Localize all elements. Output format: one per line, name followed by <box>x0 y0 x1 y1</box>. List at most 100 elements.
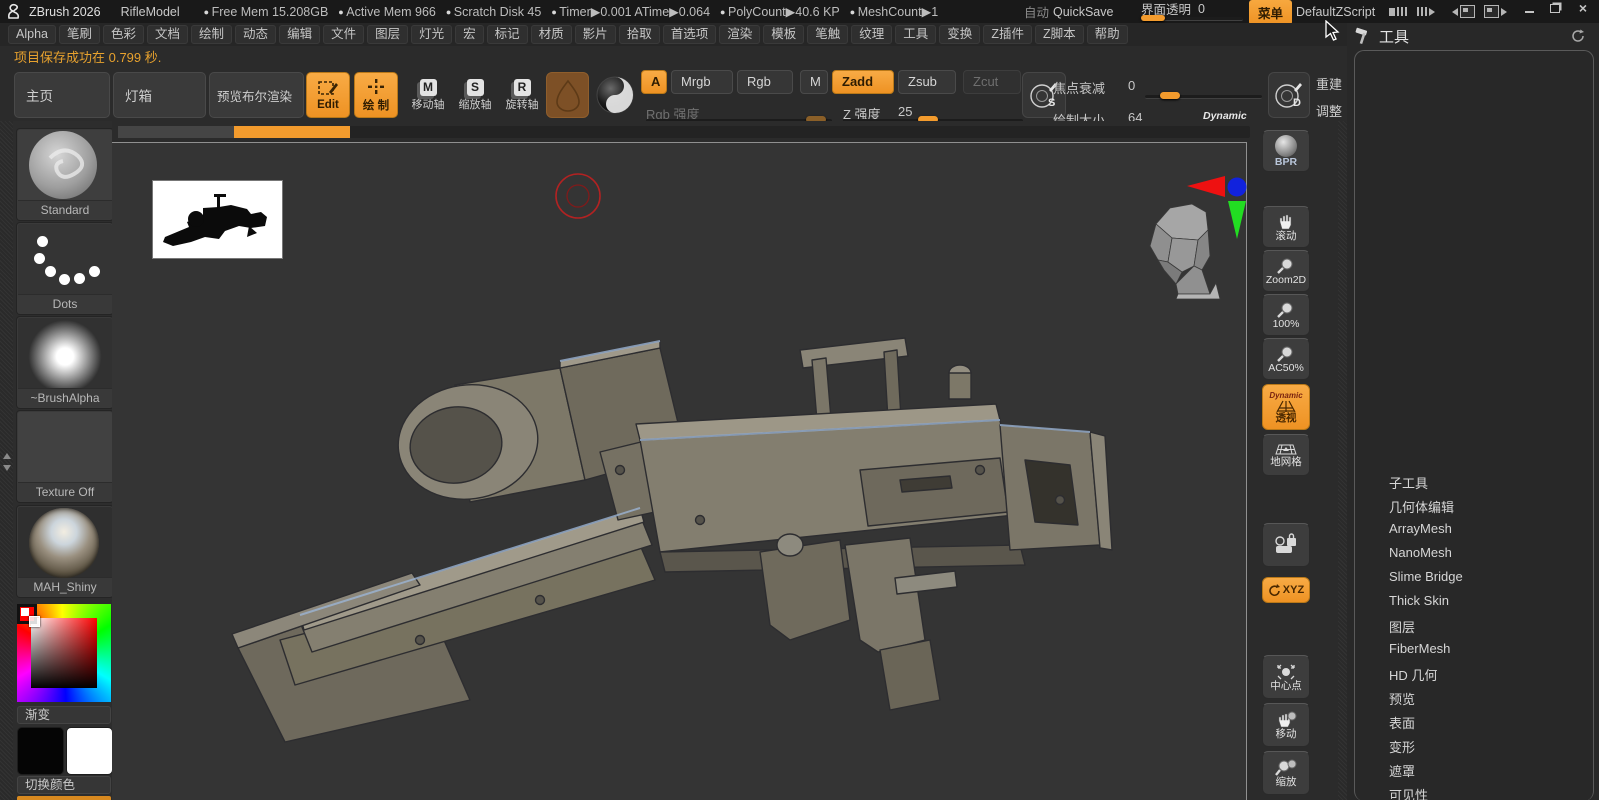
zoom-view-button[interactable]: 缩放 <box>1262 751 1310 795</box>
rgb-button[interactable]: Rgb <box>737 70 793 94</box>
clipped-rebuild-label[interactable]: 重建 <box>1316 74 1347 93</box>
right-tray-divider[interactable] <box>1338 121 1347 800</box>
panel-history-icon[interactable] <box>1571 29 1585 43</box>
actual-size-button[interactable]: 100% <box>1262 294 1310 336</box>
material-sphere-button[interactable] <box>593 72 637 118</box>
perspective-button[interactable]: Dynamic 透视 <box>1262 384 1310 430</box>
menu-macro[interactable]: 宏 <box>455 25 484 44</box>
zsub-button[interactable]: Zsub <box>898 70 956 94</box>
menu-document[interactable]: 文档 <box>147 25 188 44</box>
menu-texture[interactable]: 纹理 <box>851 25 892 44</box>
scroll-button[interactable]: 滚动 <box>1262 206 1310 248</box>
zoom2d-button[interactable]: Zoom2D <box>1262 250 1310 292</box>
section-hd-geometry[interactable]: HD 几何 <box>1389 665 1437 684</box>
section-surface[interactable]: 表面 <box>1389 713 1415 732</box>
section-thick-skin[interactable]: Thick Skin <box>1389 593 1449 608</box>
bpr-button[interactable]: BPR <box>1262 130 1310 172</box>
color-picker[interactable] <box>17 604 111 702</box>
stroke-d-button[interactable]: D <box>1268 72 1310 118</box>
alpha-selector[interactable]: ~BrushAlpha <box>17 317 113 408</box>
rotate-axis-button[interactable]: R 旋转轴 <box>500 72 544 118</box>
menu-file[interactable]: 文件 <box>323 25 364 44</box>
menu-light[interactable]: 灯光 <box>411 25 452 44</box>
ui-transparency-slider-handle[interactable] <box>1141 15 1165 21</box>
section-visibility[interactable]: 可见性 <box>1389 785 1428 800</box>
section-masking[interactable]: 遮罩 <box>1389 761 1415 780</box>
viewport-canvas[interactable] <box>112 121 1256 800</box>
rotate-xyz-button[interactable]: XYZ <box>1262 577 1310 603</box>
color-picker-sv-square[interactable] <box>31 618 97 688</box>
scale-axis-button[interactable]: S 缩放轴 <box>453 72 497 118</box>
zcut-button[interactable]: Zcut <box>963 70 1021 94</box>
left-tray-divider[interactable] <box>0 121 13 800</box>
stroke-selector[interactable]: Dots <box>17 223 113 314</box>
material-selector[interactable]: MAH_Shiny <box>17 506 113 597</box>
alpha-gradient-icon <box>18 318 112 388</box>
mrgb-button[interactable]: Mrgb <box>671 70 733 94</box>
menu-help[interactable]: 帮助 <box>1087 25 1128 44</box>
menu-edit[interactable]: 编辑 <box>279 25 320 44</box>
menu-stroke[interactable]: 笔触 <box>807 25 848 44</box>
section-layers[interactable]: 图层 <box>1389 617 1415 636</box>
menu-zplugin[interactable]: Z插件 <box>983 25 1032 44</box>
dock-right-icon[interactable] <box>1484 0 1507 23</box>
menu-marker[interactable]: 标记 <box>487 25 528 44</box>
tool-panel-header[interactable]: 工具 <box>1347 25 1599 47</box>
menu-color[interactable]: 色彩 <box>103 25 144 44</box>
floor-grid-button[interactable]: 地网格 <box>1262 434 1310 476</box>
close-button[interactable]: × <box>1572 0 1594 16</box>
restore-button[interactable] <box>1544 0 1566 16</box>
secondary-color-swatch[interactable] <box>66 727 113 775</box>
gradient-button[interactable]: 渐变 <box>17 706 111 724</box>
move-view-button[interactable]: 移动 <box>1262 703 1310 747</box>
home-button[interactable]: 主页 <box>14 72 110 118</box>
main-color-swatch[interactable] <box>17 727 64 775</box>
shelf-collapse-left-icon[interactable] <box>1389 0 1407 23</box>
menu-movie[interactable]: 影片 <box>575 25 616 44</box>
lightbox-button[interactable]: 灯箱 <box>113 72 206 118</box>
menu-stencil[interactable]: 模板 <box>763 25 804 44</box>
focal-shift-handle[interactable] <box>1160 92 1180 99</box>
menu-button[interactable]: 菜单 <box>1249 0 1292 25</box>
texture-selector[interactable]: Texture Off <box>17 411 113 502</box>
menu-brush[interactable]: 笔刷 <box>59 25 100 44</box>
m-button[interactable]: M <box>800 70 828 94</box>
move-axis-button[interactable]: M 移动轴 <box>406 72 450 118</box>
menu-layer[interactable]: 图层 <box>367 25 408 44</box>
menu-zscript[interactable]: Z脚本 <box>1035 25 1084 44</box>
section-slime-bridge[interactable]: Slime Bridge <box>1389 569 1463 584</box>
section-fibermesh[interactable]: FiberMesh <box>1389 641 1450 656</box>
menu-render[interactable]: 渲染 <box>719 25 760 44</box>
menu-draw[interactable]: 绘制 <box>191 25 232 44</box>
bpr-preview-button[interactable]: 预览布尔渲染 <box>209 72 304 118</box>
menu-alpha[interactable]: Alpha <box>8 25 56 44</box>
brush-selector[interactable]: Standard <box>17 129 113 220</box>
menu-dynamic[interactable]: 动态 <box>235 25 276 44</box>
clipped-adjust-label[interactable]: 调整 <box>1316 101 1347 120</box>
minimize-button[interactable] <box>1518 0 1540 16</box>
quicksave-button[interactable]: QuickSave <box>1053 0 1113 23</box>
section-deformation[interactable]: 变形 <box>1389 737 1415 756</box>
menu-preferences[interactable]: 首选项 <box>663 25 717 44</box>
menu-material[interactable]: 材质 <box>531 25 572 44</box>
section-subtool[interactable]: 子工具 <box>1389 473 1428 492</box>
draw-button[interactable]: 绘 制 <box>354 72 398 118</box>
camera-lock-button[interactable] <box>1262 523 1310 567</box>
section-arraymesh[interactable]: ArrayMesh <box>1389 521 1452 536</box>
menu-transform[interactable]: 变换 <box>939 25 980 44</box>
section-nanomesh[interactable]: NanoMesh <box>1389 545 1452 560</box>
edit-button[interactable]: Edit <box>306 72 350 118</box>
menu-tool[interactable]: 工具 <box>895 25 936 44</box>
section-geometry[interactable]: 几何体编辑 <box>1389 497 1454 516</box>
current-material-button[interactable] <box>546 72 589 118</box>
shelf-collapse-right-icon[interactable] <box>1417 0 1435 23</box>
color-picker-cursor[interactable] <box>29 616 40 627</box>
menu-picker[interactable]: 拾取 <box>619 25 660 44</box>
section-preview[interactable]: 预览 <box>1389 689 1415 708</box>
zadd-button[interactable]: Zadd <box>832 70 894 94</box>
aahalf-button[interactable]: AC50% <box>1262 338 1310 380</box>
dock-left-icon[interactable] <box>1452 0 1475 23</box>
channel-a-button[interactable]: A <box>641 70 667 94</box>
switch-color-button[interactable]: 切换颜色 <box>17 776 111 794</box>
local-pivot-button[interactable]: 中心点 <box>1262 655 1310 699</box>
